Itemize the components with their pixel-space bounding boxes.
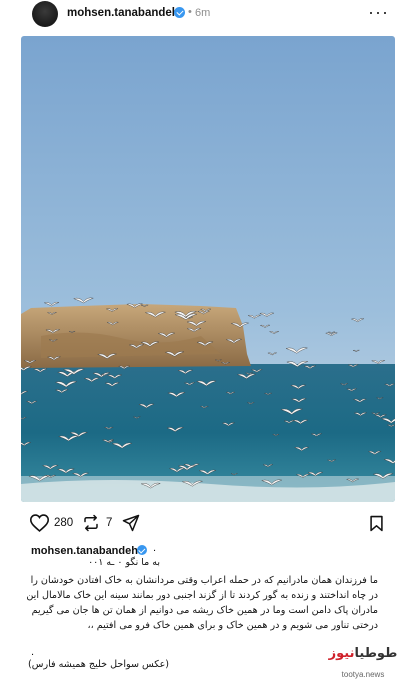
caption-text: ما فرزندان همان مادرانیم که در حمله اعرا… — [26, 575, 378, 631]
caption-dot-2: . — [31, 646, 35, 658]
watermark-logo: طوطیانیوز — [326, 646, 400, 661]
send-icon[interactable] — [122, 514, 140, 532]
more-icon[interactable]: ··· — [368, 2, 389, 23]
caption-first-line: به ما نگو ۰ ـه ۰۰۱ — [88, 557, 160, 568]
caption-username[interactable]: mohsen.tanabandeh — [31, 545, 138, 557]
watermark-logo-black: طوطیا — [354, 646, 398, 661]
seascape-photo — [21, 36, 395, 502]
caption-last-line: (عکس سواحل خلیج همیشه فارس) — [28, 659, 170, 670]
watermark: طوطیانیوز tootya.news — [326, 646, 400, 686]
header-username[interactable]: mohsen.tanabandeh — [67, 7, 179, 19]
avatar[interactable] — [32, 1, 58, 27]
like-count: 280 — [54, 517, 74, 529]
post-actions: 280 7 — [0, 512, 404, 536]
bookmark-icon[interactable] — [369, 515, 384, 532]
verified-badge-icon — [137, 545, 147, 555]
post-header: mohsen.tanabandeh • 6m ··· — [0, 0, 404, 28]
heart-icon[interactable] — [30, 514, 49, 532]
post-time: 6m — [195, 7, 211, 19]
repost-count: 7 — [106, 517, 113, 529]
repost-icon[interactable] — [82, 514, 100, 532]
verified-badge-icon — [174, 7, 185, 18]
caption-dot: . — [153, 542, 157, 554]
post-image[interactable] — [21, 36, 395, 502]
watermark-url: tootya.news — [341, 670, 385, 679]
header-separator: • — [188, 6, 192, 18]
watermark-logo-red: نیوز — [328, 646, 355, 661]
